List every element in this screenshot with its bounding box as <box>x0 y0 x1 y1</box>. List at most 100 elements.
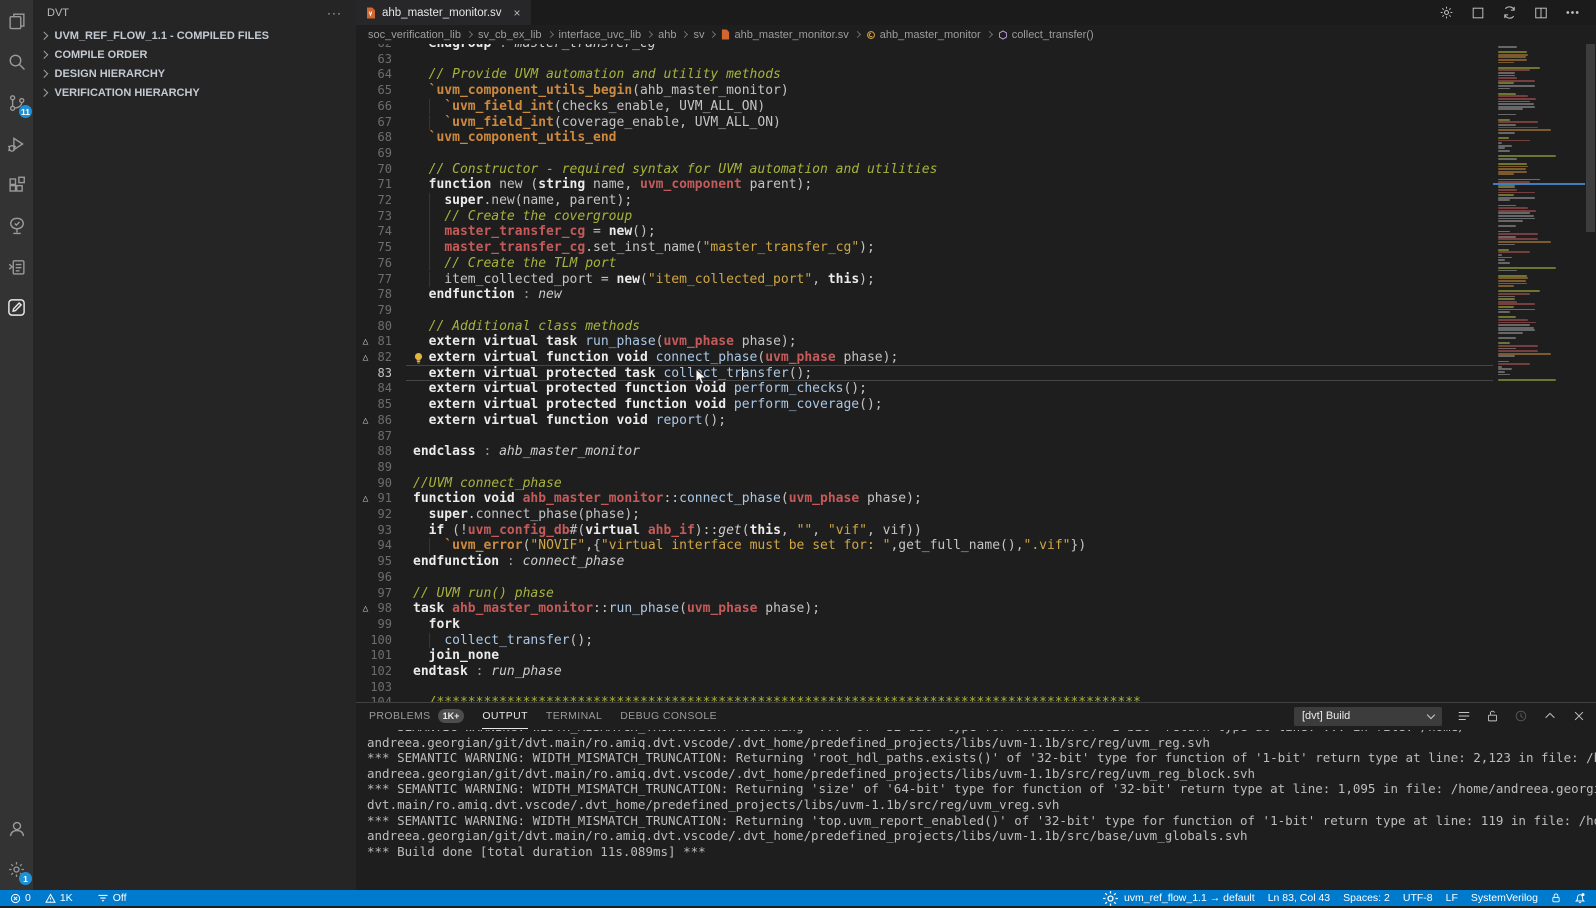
code-line-67[interactable]: 67 `uvm_field_int(coverage_enable, UVM_A… <box>356 115 1493 131</box>
code-line-85[interactable]: 85 extern virtual protected function voi… <box>356 397 1493 413</box>
sidebar-item-uvm-ref-flow-1-1-compiled-files[interactable]: UVM_REF_FLOW_1.1 - COMPILED FILES <box>33 26 356 45</box>
line-number[interactable]: 68 <box>362 130 392 146</box>
activity-item-search[interactable] <box>0 41 33 82</box>
code-line-100[interactable]: 100 collect_transfer(); <box>356 633 1493 649</box>
code-line-83[interactable]: 83 extern virtual protected task collect… <box>356 366 1493 382</box>
line-number[interactable]: 90 <box>362 476 392 492</box>
line-number[interactable]: 89 <box>362 460 392 476</box>
line-number[interactable]: 74 <box>362 224 392 240</box>
panel-tab-output[interactable]: OUTPUT <box>482 703 528 729</box>
status-item-dvt-filter[interactable]: Off <box>97 892 127 904</box>
code-line-93[interactable]: 93 if (!uvm_config_db#(virtual ahb_if)::… <box>356 523 1493 539</box>
code-line-97[interactable]: 97// UVM run() phase <box>356 586 1493 602</box>
line-number[interactable]: 73 <box>362 209 392 225</box>
line-number[interactable]: 67 <box>362 115 392 131</box>
line-number[interactable]: 71 <box>362 177 392 193</box>
activity-item-verification-hierarchy[interactable] <box>0 205 33 246</box>
code-line-81[interactable]: △81 extern virtual task run_phase(uvm_ph… <box>356 334 1493 350</box>
code-line-88[interactable]: 88endclass : ahb_master_monitor <box>356 444 1493 460</box>
code-line-94[interactable]: 94 `uvm_error("NOVIF",{"virtual interfac… <box>356 538 1493 554</box>
line-number[interactable]: 83 <box>362 366 392 382</box>
line-number[interactable]: 69 <box>362 146 392 162</box>
code-line-95[interactable]: 95endfunction : connect_phase <box>356 554 1493 570</box>
code-line-72[interactable]: 72 super.new(name, parent); <box>356 193 1493 209</box>
line-number[interactable]: 99 <box>362 617 392 633</box>
breadcrumb-item[interactable]: ahb_master_monitor.sv <box>721 29 848 41</box>
code-line-79[interactable]: 79 <box>356 303 1493 319</box>
more-actions-icon[interactable]: ··· <box>327 6 342 20</box>
breadcrumb-item[interactable]: sv_cb_ex_lib <box>478 29 542 41</box>
configure-icon[interactable] <box>1439 5 1454 20</box>
line-number[interactable]: 62 <box>362 44 392 52</box>
line-number[interactable]: 98 <box>362 601 392 617</box>
line-number[interactable]: 72 <box>362 193 392 209</box>
output-line[interactable]: andreea.georgian/git/dvt.main/ro.amiq.dv… <box>367 828 1596 844</box>
line-number[interactable]: 95 <box>362 554 392 570</box>
output-line[interactable]: dvt.main/ro.amiq.dvt.vscode/.dvt_home/pr… <box>367 797 1596 813</box>
activity-item-extensions[interactable] <box>0 164 33 205</box>
status-item-eol[interactable]: LF <box>1446 892 1458 904</box>
code-line-64[interactable]: 64 // Provide UVM automation and utility… <box>356 67 1493 83</box>
minimap[interactable] <box>1493 44 1585 703</box>
clear-output-icon[interactable] <box>1457 709 1471 723</box>
sync-icon[interactable] <box>1502 5 1517 20</box>
unlock-icon[interactable] <box>1486 709 1499 723</box>
code-line-96[interactable]: 96 <box>356 570 1493 586</box>
breadcrumb-item[interactable]: sv <box>693 29 704 41</box>
more-actions-icon[interactable] <box>1565 5 1580 20</box>
code-line-78[interactable]: 78 endfunction : new <box>356 287 1493 303</box>
line-number[interactable]: 81 <box>362 334 392 350</box>
line-number[interactable]: 100 <box>362 633 392 649</box>
activity-item-settings[interactable]: 1 <box>0 849 33 890</box>
line-number[interactable]: 77 <box>362 272 392 288</box>
code-line-77[interactable]: 77 item_collected_port = new("item_colle… <box>356 272 1493 288</box>
code-line-103[interactable]: 103 <box>356 680 1493 696</box>
status-item-problems-errors[interactable]: 0 <box>10 892 31 904</box>
code-line-91[interactable]: △91function void ahb_master_monitor::con… <box>356 491 1493 507</box>
panel-tab-problems[interactable]: PROBLEMS1K+ <box>369 703 464 729</box>
code-line-71[interactable]: 71 function new (string name, uvm_compon… <box>356 177 1493 193</box>
line-number[interactable]: 64 <box>362 67 392 83</box>
line-number[interactable]: 103 <box>362 680 392 696</box>
code-line-66[interactable]: 66 `uvm_field_int(checks_enable, UVM_ALL… <box>356 99 1493 115</box>
line-number[interactable]: 84 <box>362 381 392 397</box>
code-line-69[interactable]: 69 <box>356 146 1493 162</box>
close-icon[interactable]: × <box>514 6 521 20</box>
open-log-icon[interactable] <box>1514 709 1528 723</box>
code-line-82[interactable]: △82 extern virtual function void connect… <box>356 350 1493 366</box>
code-line-70[interactable]: 70 // Constructor - required syntax for … <box>356 162 1493 178</box>
code-line-86[interactable]: △86 extern virtual function void report(… <box>356 413 1493 429</box>
output-line[interactable]: andreea.georgian/git/dvt.main/ro.amiq.dv… <box>367 766 1596 782</box>
breadcrumb-item[interactable]: collect_transfer() <box>998 29 1094 41</box>
panel-tab-debug-console[interactable]: DEBUG CONSOLE <box>620 703 717 729</box>
line-number[interactable]: 82 <box>362 350 392 366</box>
output-line[interactable]: *** SEMANTIC WARNING: WIDTH_MISMATCH_TRU… <box>367 813 1596 829</box>
line-number[interactable]: 87 <box>362 429 392 445</box>
line-number[interactable]: 94 <box>362 538 392 554</box>
line-number[interactable]: 70 <box>362 162 392 178</box>
close-panel-icon[interactable] <box>1572 709 1586 723</box>
activity-item-source-control[interactable]: 11 <box>0 82 33 123</box>
code-line-62[interactable]: 62 endgroup : master_transfer_cg <box>356 44 1493 52</box>
sidebar-item-design-hierarchy[interactable]: DESIGN HIERARCHY <box>33 64 356 83</box>
line-number[interactable]: 97 <box>362 586 392 602</box>
code-line-73[interactable]: 73 // Create the covergroup <box>356 209 1493 225</box>
line-number[interactable]: 93 <box>362 523 392 539</box>
code-line-98[interactable]: △98task ahb_master_monitor::run_phase(uv… <box>356 601 1493 617</box>
code-line-101[interactable]: 101 join_none <box>356 648 1493 664</box>
activity-item-dvt-flows[interactable] <box>0 246 33 287</box>
open-preview-icon[interactable] <box>1471 6 1485 20</box>
breadcrumb-item[interactable]: ahb_master_monitor <box>866 29 981 41</box>
code-line-84[interactable]: 84 extern virtual protected function voi… <box>356 381 1493 397</box>
code-line-75[interactable]: 75 master_transfer_cg.set_inst_name("mas… <box>356 240 1493 256</box>
code-line-89[interactable]: 89 <box>356 460 1493 476</box>
line-number[interactable]: 102 <box>362 664 392 680</box>
sidebar-item-compile-order[interactable]: COMPILE ORDER <box>33 45 356 64</box>
line-number[interactable]: 86 <box>362 413 392 429</box>
output-line[interactable]: andreea.georgian/git/dvt.main/ro.amiq.dv… <box>367 735 1596 751</box>
panel-tab-terminal[interactable]: TERMINAL <box>546 703 602 729</box>
line-number[interactable]: 85 <box>362 397 392 413</box>
activity-item-run-debug[interactable] <box>0 123 33 164</box>
breadcrumb-item[interactable]: ahb <box>658 29 676 41</box>
tab-ahb-master-monitor[interactable]: ahb_master_monitor.sv × <box>356 0 531 25</box>
